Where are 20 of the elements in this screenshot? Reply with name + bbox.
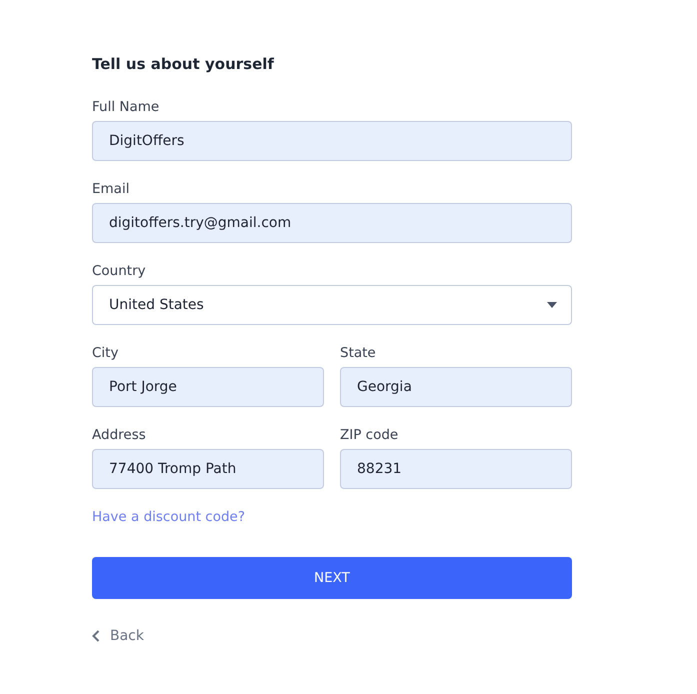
field-label: ZIP code — [340, 427, 400, 444]
field-label: Email — [92, 181, 130, 198]
input-field[interactable]: 77400 Tromp Path — [92, 449, 324, 489]
chevron-left-icon — [92, 630, 100, 642]
next-button[interactable]: NEXT — [92, 557, 572, 599]
field-label: Country — [92, 263, 147, 280]
input-field[interactable]: digitoffers.try@gmail.com — [92, 203, 572, 243]
discount-code-link[interactable]: Have a discount code? — [92, 509, 246, 525]
field-label: City — [92, 345, 120, 362]
input-field[interactable]: 88231 — [340, 449, 572, 489]
field-label: Full Name — [92, 99, 160, 116]
caret-icon — [547, 302, 557, 308]
input-field[interactable]: Georgia — [340, 367, 572, 407]
country-select[interactable]: United States — [92, 285, 572, 325]
input-field[interactable]: DigitOffers — [92, 121, 572, 161]
field-label: State — [340, 345, 377, 362]
field-label: Address — [92, 427, 147, 444]
form-heading: Tell us about yourself — [92, 55, 275, 73]
input-field[interactable]: Port Jorge — [92, 367, 324, 407]
back-link[interactable]: Back — [92, 628, 144, 644]
